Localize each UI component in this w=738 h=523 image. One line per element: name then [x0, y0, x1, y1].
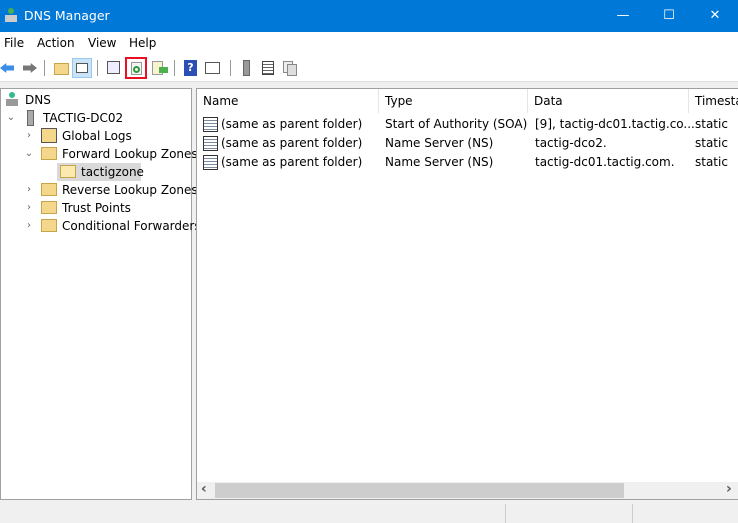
menu-action[interactable]: Action — [37, 36, 75, 50]
record-icon — [203, 136, 218, 151]
chevron-right-icon[interactable]: › — [23, 217, 35, 235]
server-icon[interactable] — [237, 58, 257, 78]
console-tree: DNS ⌄ TACTIG-DC02 › Global Logs ⌄ Forwar… — [0, 88, 201, 500]
menu-file[interactable]: File — [4, 36, 24, 50]
close-button[interactable]: ✕ — [692, 0, 738, 32]
chevron-right-icon[interactable]: › — [23, 181, 35, 199]
scroll-right-arrow[interactable]: › — [726, 481, 732, 497]
scrollbar-thumb[interactable] — [215, 483, 624, 498]
scroll-left-arrow[interactable]: ‹ — [201, 481, 207, 497]
folder-icon — [41, 201, 57, 214]
chevron-right-icon[interactable]: › — [23, 127, 35, 145]
show-hide-console-tree-icon[interactable] — [72, 58, 92, 78]
chevron-down-icon[interactable]: ⌄ — [5, 109, 17, 127]
folder-icon — [41, 183, 57, 196]
horizontal-scrollbar[interactable]: ‹ › — [197, 481, 738, 499]
refresh-icon[interactable] — [125, 57, 147, 79]
column-header-data[interactable]: Data — [528, 89, 689, 113]
record-list-icon[interactable] — [258, 58, 278, 78]
toolbar: ? — [0, 54, 738, 82]
record-icon — [203, 117, 218, 132]
column-header-name[interactable]: Name — [197, 89, 379, 113]
show-hide-action-pane-icon[interactable] — [203, 58, 223, 78]
up-folder-icon[interactable] — [52, 58, 72, 78]
minimize-button[interactable]: — — [600, 0, 646, 32]
tree-node-tactigzone[interactable]: tactigzone — [57, 163, 144, 181]
copy-icon[interactable] — [280, 58, 300, 78]
properties-icon[interactable] — [104, 58, 124, 78]
chevron-down-icon[interactable]: ⌄ — [23, 145, 35, 163]
chevron-right-icon[interactable]: › — [23, 199, 35, 217]
folder-icon — [41, 219, 57, 232]
dns-icon — [5, 92, 19, 107]
column-header-timestamp[interactable]: Timestamp — [689, 89, 738, 113]
table-row[interactable]: (same as parent folder) Name Server (NS)… — [197, 153, 738, 172]
status-bar — [0, 502, 738, 523]
record-icon — [203, 155, 218, 170]
zone-icon — [60, 165, 76, 178]
folder-icon — [41, 147, 57, 160]
record-list: Name Type Data Timestamp (same as parent… — [196, 88, 738, 500]
log-icon — [41, 128, 57, 143]
table-row[interactable]: (same as parent folder) Name Server (NS)… — [197, 134, 738, 153]
back-icon[interactable] — [0, 58, 20, 78]
forward-icon[interactable] — [21, 58, 41, 78]
dns-app-icon — [4, 8, 18, 23]
window-title: DNS Manager — [24, 8, 110, 23]
menu-bar: File Action View Help — [0, 32, 738, 54]
help-icon[interactable]: ? — [181, 58, 201, 78]
table-row[interactable]: (same as parent folder) Start of Authori… — [197, 115, 738, 134]
server-icon — [27, 110, 34, 126]
export-list-icon[interactable] — [150, 58, 170, 78]
column-header-type[interactable]: Type — [379, 89, 528, 113]
menu-help[interactable]: Help — [129, 36, 156, 50]
menu-view[interactable]: View — [88, 36, 116, 50]
maximize-button[interactable]: ☐ — [646, 0, 692, 32]
title-bar: DNS Manager — ☐ ✕ — [0, 0, 738, 32]
